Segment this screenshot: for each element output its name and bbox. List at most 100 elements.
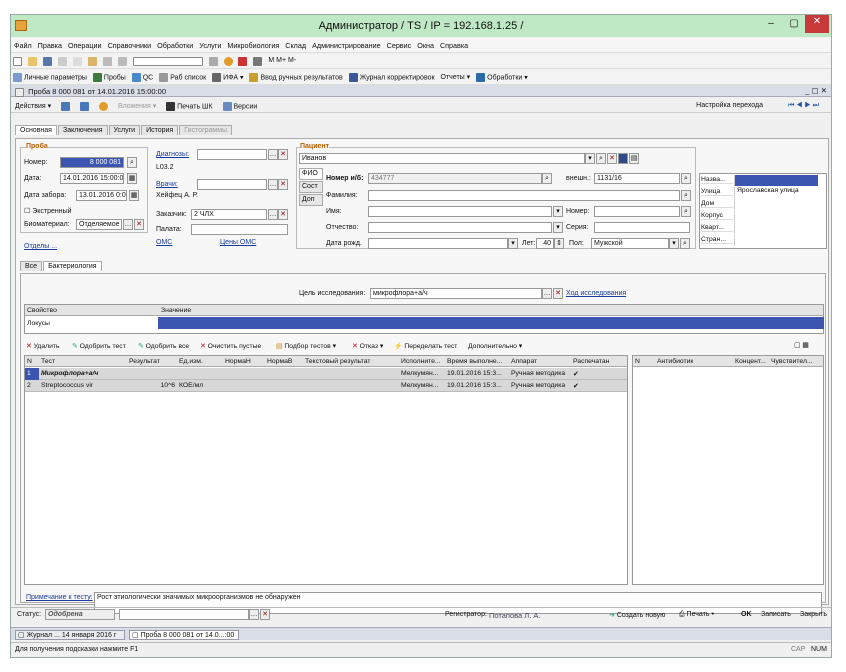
doctors-select-button[interactable]: … [268, 179, 278, 190]
samples-button[interactable]: Пробы [92, 73, 126, 82]
manual-results-button[interactable]: Ввод ручных результатов [249, 73, 343, 82]
doc-number-input[interactable] [594, 206, 680, 217]
tests-col-header[interactable]: Исполните... [401, 358, 441, 365]
card-number-lookup-icon[interactable]: ⌕ [542, 173, 552, 184]
ifa-button[interactable]: ИФА ▾ [212, 73, 244, 82]
oms-prices-link[interactable]: Цены ОМС [220, 239, 256, 246]
open-folder-icon[interactable] [27, 57, 37, 67]
prop-row-loci[interactable]: Локусы [27, 320, 50, 327]
inner-tab-0[interactable]: Все [20, 261, 43, 271]
undo-icon[interactable] [102, 57, 112, 67]
tab-2[interactable]: Услуги [108, 125, 141, 135]
calendar-icon[interactable] [238, 57, 248, 67]
biomaterial-clear-icon[interactable]: ✕ [134, 219, 144, 230]
doctors-link[interactable]: Врачи: [156, 181, 178, 188]
card-number-input[interactable]: 434777 [368, 173, 542, 184]
research-select-button[interactable]: … [542, 288, 552, 299]
create-new-button[interactable]: ➔ Создать новую [609, 611, 665, 619]
sample-number-input[interactable]: 8 000 081 [60, 157, 124, 168]
doc-window-controls[interactable]: _ ▢ ✕ [805, 86, 827, 95]
quick-search-input[interactable] [132, 57, 203, 67]
external-lookup-icon[interactable]: ⌕ [681, 173, 691, 184]
tests-col-header[interactable]: Распечатан [573, 358, 609, 365]
take-calendar-icon[interactable]: ▦ [129, 190, 139, 201]
tests-col-header[interactable]: Аппарат [511, 358, 537, 365]
tests-col-header[interactable]: НормаН [225, 358, 251, 365]
tests-col-header[interactable]: Ед.изм. [179, 358, 203, 365]
customer-input[interactable]: 2 ЧЛХ [191, 209, 267, 220]
diagnoses-input[interactable] [197, 149, 267, 160]
tests-col-header[interactable]: Тест [41, 358, 55, 365]
address-row-value[interactable] [734, 235, 818, 246]
delete-test-button[interactable]: ✕ Удалить [26, 342, 60, 350]
research-progress-link[interactable]: Ход исследования [566, 290, 626, 297]
tests-col-header[interactable]: Время выполне... [447, 358, 502, 365]
approve-all-button[interactable]: ✎ Одобрить все [138, 342, 189, 350]
print-button[interactable]: ⎙ Печать ▾ [679, 611, 714, 619]
tab-0[interactable]: Основная [15, 125, 57, 135]
tab-3[interactable]: История [141, 125, 179, 135]
clear-empty-button[interactable]: ✕ Очистить пустые [200, 342, 261, 350]
surname-input[interactable] [368, 190, 680, 201]
ward-input[interactable] [191, 224, 288, 235]
menu-item-3[interactable]: Справочники [105, 38, 155, 50]
sex-dropdown-icon[interactable]: ▾ [669, 238, 679, 249]
doctors-clear-icon[interactable]: ✕ [278, 179, 288, 190]
new-document-icon[interactable] [13, 57, 22, 67]
actions-menu-button[interactable]: Действия ▾ [15, 102, 51, 110]
refresh-icon[interactable] [80, 102, 90, 111]
antibiotics-col-header[interactable]: N [635, 358, 640, 365]
more-button[interactable]: Дополнительно ▾ [468, 342, 522, 350]
sample-date-input[interactable]: 14.01.2016 15:00:00 [60, 173, 124, 184]
doc-number-lookup-icon[interactable]: ⌕ [681, 206, 691, 217]
reports-button[interactable]: Отчеты ▾ [441, 73, 471, 81]
biomaterial-select-button[interactable]: … [123, 219, 133, 230]
menu-item-9[interactable]: Сервис [384, 38, 415, 50]
research-goal-input[interactable]: микрофлора+а/ч [370, 288, 542, 299]
calendar-icon[interactable]: ▦ [127, 173, 137, 184]
patient-dropdown-icon[interactable]: ▾ [585, 153, 595, 164]
patronymic-dropdown-icon[interactable]: ▾ [553, 222, 563, 233]
redo-icon[interactable] [117, 57, 127, 67]
diagnoses-select-button[interactable]: … [268, 149, 278, 160]
status-select-button[interactable]: … [249, 609, 259, 620]
save-button[interactable]: Записать [761, 611, 791, 618]
close-window-button[interactable]: ✕ [805, 15, 829, 33]
worklist-button[interactable]: Раб список [159, 73, 206, 82]
first-name-dropdown-icon[interactable]: ▾ [553, 206, 563, 217]
menu-item-0[interactable]: Файл [11, 38, 35, 50]
nav-settings-link[interactable]: Настройка перехода [696, 102, 763, 109]
address-row-value[interactable]: Ярославская улица [734, 187, 818, 198]
menu-item-8[interactable]: Администрирование [309, 38, 384, 50]
help-icon[interactable] [99, 102, 108, 111]
tests-col-header[interactable]: НормаВ [267, 358, 292, 365]
number-lookup-icon[interactable]: ⌕ [127, 157, 137, 168]
first-name-input[interactable] [368, 206, 552, 217]
save-icon[interactable] [42, 57, 52, 67]
diagnoses-clear-icon[interactable]: ✕ [278, 149, 288, 160]
export-icons[interactable]: ▢ ▦ [794, 341, 809, 349]
maximize-button[interactable]: ▢ [784, 17, 804, 32]
taskbar-item-sample[interactable]: ▢ Проба 8 000 081 от 14.0...:00 [129, 630, 239, 640]
paste-icon[interactable] [87, 57, 97, 67]
personal-params-button[interactable]: Личные параметры [13, 73, 87, 82]
menu-item-2[interactable]: Операции [65, 38, 105, 50]
age-spinner[interactable]: ⇕ [554, 238, 564, 249]
patient-search-input[interactable]: Иванов [299, 153, 585, 164]
cut-icon[interactable] [57, 57, 67, 67]
series-input[interactable] [594, 222, 690, 233]
memory-buttons[interactable]: M M+ M- [268, 57, 296, 64]
print-barcode-button[interactable]: Печать ШК [166, 102, 213, 111]
patient-tab-1[interactable]: Сост [299, 181, 323, 193]
select-tests-button[interactable]: ▤ Подбор тестов ▾ [276, 342, 336, 350]
patronymic-input[interactable] [368, 222, 552, 233]
sex-select[interactable]: Мужской [591, 238, 669, 249]
menu-item-1[interactable]: Правка [35, 38, 65, 50]
prop-value-cell[interactable] [158, 317, 824, 329]
approve-test-button[interactable]: ✎ Одобрить тест [72, 342, 126, 350]
taskbar-item-journal[interactable]: ▢ Журнал ... 14 января 2016 г [15, 630, 125, 640]
tests-col-header[interactable]: Результат [129, 358, 160, 365]
menu-item-10[interactable]: Окна [414, 38, 437, 50]
menu-item-4[interactable]: Обработки [154, 38, 196, 50]
correction-journal-button[interactable]: Журнал корректировок [348, 73, 435, 82]
